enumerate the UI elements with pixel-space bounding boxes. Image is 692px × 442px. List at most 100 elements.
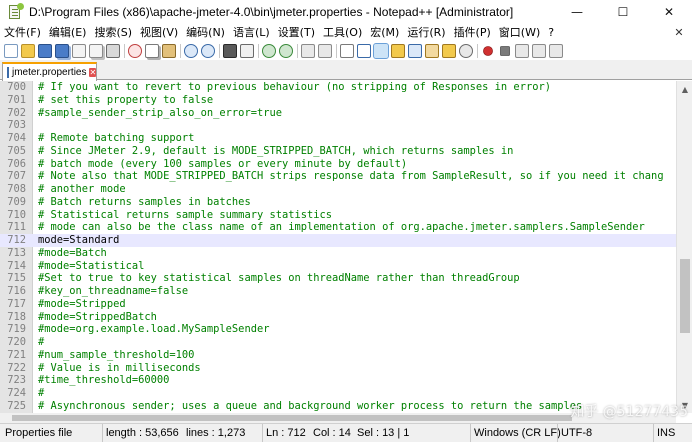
line-number: 704: [7, 132, 26, 144]
editor-line[interactable]: 702 #sample_sender_strip_also_on_error=tr…: [0, 107, 676, 120]
menu-window[interactable]: 窗口(W): [495, 24, 544, 42]
editor[interactable]: 700 # If you want to revert to previous b…: [0, 81, 692, 413]
maximize-button[interactable]: ☐: [600, 0, 646, 24]
editor-line[interactable]: 718 #mode=StrippedBatch: [0, 311, 676, 324]
menu-view[interactable]: 视图(V): [136, 24, 182, 42]
open-file-icon[interactable]: [21, 44, 35, 58]
scroll-up-icon[interactable]: ▲: [677, 81, 692, 97]
line-number: 714: [7, 259, 26, 272]
sync-horizontal-icon[interactable]: [318, 44, 332, 58]
line-number: 703: [7, 119, 26, 132]
stop-macro-icon[interactable]: [500, 46, 510, 56]
editor-line[interactable]: 710 # Statistical returns sample summary …: [0, 209, 676, 222]
copy-icon[interactable]: [145, 44, 159, 58]
menu-file[interactable]: 文件(F): [0, 24, 45, 42]
menu-bar: 文件(F) 编辑(E) 搜索(S) 视图(V) 编码(N) 语言(L) 设置(T…: [0, 24, 692, 42]
editor-line[interactable]: 703: [0, 119, 676, 132]
run-macro-multiple-icon[interactable]: [532, 44, 546, 58]
redo-icon[interactable]: [201, 44, 215, 58]
user-language-icon[interactable]: [391, 44, 405, 58]
menu-help[interactable]: ?: [544, 24, 558, 42]
line-text: #mode=Statistical: [38, 259, 145, 272]
editor-line[interactable]: 714 #mode=Statistical: [0, 260, 676, 273]
zoom-in-icon[interactable]: [262, 44, 276, 58]
editor-line[interactable]: 711 # mode can also be the class name of …: [0, 221, 676, 234]
line-text: #mode=StrippedBatch: [38, 310, 157, 323]
editor-line[interactable]: 708 # another mode: [0, 183, 676, 196]
close-icon[interactable]: [72, 44, 86, 58]
close-document-icon[interactable]: ✕: [672, 26, 686, 40]
editor-line[interactable]: 721 #num_sample_threshold=100: [0, 349, 676, 362]
editor-line[interactable]: 705 # Since JMeter 2.9, default is MODE_S…: [0, 145, 676, 158]
menu-run[interactable]: 运行(R): [403, 24, 449, 42]
menu-edit[interactable]: 编辑(E): [45, 24, 91, 42]
line-text: # Statistical returns sample summary sta…: [38, 208, 333, 221]
editor-line[interactable]: 723 #time_threshold=60000: [0, 374, 676, 387]
editor-line[interactable]: 720 #: [0, 336, 676, 349]
indent-guide-icon[interactable]: [373, 43, 389, 59]
editor-line[interactable]: 706 # batch mode (every 100 samples or ev…: [0, 158, 676, 171]
menu-tools[interactable]: 工具(O): [319, 24, 366, 42]
editor-line[interactable]: 709 # Batch returns samples in batches: [0, 196, 676, 209]
zoom-out-icon[interactable]: [279, 44, 293, 58]
undo-icon[interactable]: [184, 44, 198, 58]
horizontal-scroll-thumb[interactable]: [12, 415, 572, 421]
tab-jmeter-properties[interactable]: jmeter.properties ✕: [2, 62, 97, 81]
line-text: #: [38, 336, 45, 348]
monitoring-icon[interactable]: [459, 44, 473, 58]
save-icon[interactable]: [38, 44, 52, 58]
editor-line[interactable]: 704 # Remote batching support: [0, 132, 676, 145]
editor-line[interactable]: 713 #mode=Batch: [0, 247, 676, 260]
record-macro-icon[interactable]: [483, 46, 493, 56]
minimize-button[interactable]: —: [554, 0, 600, 24]
cut-icon[interactable]: [128, 44, 142, 58]
play-macro-icon[interactable]: [515, 44, 529, 58]
editor-line[interactable]: 716 #key_on_threadname=false: [0, 285, 676, 298]
close-all-icon[interactable]: [89, 44, 103, 58]
replace-icon[interactable]: [240, 44, 254, 58]
status-encoding[interactable]: UTF-8: [557, 424, 592, 442]
find-icon[interactable]: [223, 44, 237, 58]
line-text: # another mode: [38, 183, 126, 195]
close-window-button[interactable]: ✕: [646, 0, 692, 24]
editor-line[interactable]: 724 #: [0, 387, 676, 400]
vertical-scrollbar[interactable]: ▲ ▼: [676, 81, 692, 413]
editor-line[interactable]: 715 #Set to true to key statistical sampl…: [0, 272, 676, 285]
print-icon[interactable]: [106, 44, 120, 58]
show-all-chars-icon[interactable]: [357, 44, 371, 58]
line-number: 715: [7, 272, 26, 285]
save-macro-icon[interactable]: [549, 44, 563, 58]
new-file-icon[interactable]: [4, 44, 18, 58]
status-insert-mode[interactable]: INS: [653, 424, 675, 442]
menu-macro[interactable]: 宏(M): [366, 24, 403, 42]
line-number: 719: [7, 323, 26, 336]
editor-line[interactable]: 712 mode=Standard: [0, 234, 676, 247]
status-col: Col : 14: [313, 427, 351, 439]
editor-line[interactable]: 700 # If you want to revert to previous b…: [0, 81, 676, 94]
editor-line[interactable]: 707 # Note also that MODE_STRIPPED_BATCH …: [0, 170, 676, 183]
toolbar-separator: [336, 44, 337, 58]
menu-language[interactable]: 语言(L): [229, 24, 274, 42]
word-wrap-icon[interactable]: [340, 44, 354, 58]
document-map-icon[interactable]: [408, 44, 422, 58]
folder-workspace-icon[interactable]: [442, 44, 456, 58]
editor-line[interactable]: 717 #mode=Stripped: [0, 298, 676, 311]
vertical-scroll-thumb[interactable]: [680, 259, 690, 333]
status-file-type: Properties file: [5, 427, 73, 439]
menu-plugins[interactable]: 插件(P): [450, 24, 495, 42]
editor-line[interactable]: 701 # set this property to false: [0, 94, 676, 107]
tab-close-icon[interactable]: ✕: [89, 68, 97, 77]
line-number: 702: [7, 106, 26, 119]
tab-label: jmeter.properties: [12, 67, 87, 78]
menu-settings[interactable]: 设置(T): [274, 24, 319, 42]
editor-line[interactable]: 719 #mode=org.example.load.MySampleSender: [0, 323, 676, 336]
paste-icon[interactable]: [162, 44, 176, 58]
save-all-icon[interactable]: [55, 44, 69, 58]
menu-search[interactable]: 搜索(S): [90, 24, 136, 42]
window-title: D:\Program Files (x86)\apache-jmeter-4.0…: [29, 5, 514, 19]
status-eol[interactable]: Windows (CR LF): [470, 424, 561, 442]
sync-vertical-icon[interactable]: [301, 44, 315, 58]
editor-line[interactable]: 722 # Value is in milliseconds: [0, 362, 676, 375]
menu-encoding[interactable]: 编码(N): [182, 24, 229, 42]
function-list-icon[interactable]: [425, 44, 439, 58]
